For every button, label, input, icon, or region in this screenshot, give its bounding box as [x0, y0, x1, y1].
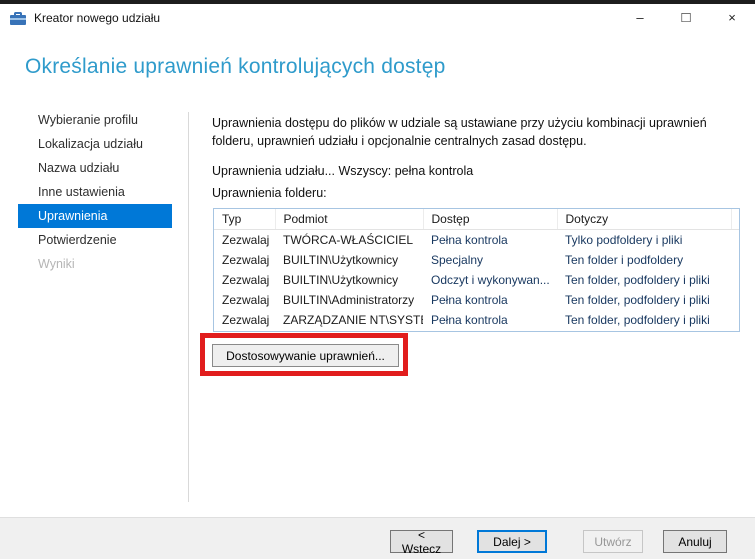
cell-principal: ZARZĄDZANIE NT\SYSTEM [283, 313, 423, 327]
share-permissions-summary: Uprawnienia udziału... Wszyscy: pełna ko… [212, 164, 474, 178]
sidebar-item-permissions[interactable]: Uprawnienia [18, 204, 172, 228]
permissions-description: Uprawnienia dostępu do plików w udziale … [212, 116, 707, 148]
cell-access: Pełna kontrola [431, 233, 508, 247]
sidebar-item-results: Wyniki [38, 257, 75, 271]
sidebar-item-share-location[interactable]: Lokalizacja udziału [18, 132, 172, 156]
close-icon[interactable]: × [709, 4, 755, 31]
cell-applies-to: Ten folder, podfoldery i pliki [565, 273, 710, 287]
create-button: Utwórz [583, 530, 643, 553]
table-header-row: Typ Podmiot Dostęp Dotyczy [214, 209, 739, 230]
folder-permissions-label: Uprawnienia folderu: [212, 186, 327, 200]
cell-access: Specjalny [431, 253, 484, 267]
cell-access: Pełna kontrola [431, 293, 508, 307]
title-bar[interactable]: Kreator nowego udziału – □ × [0, 4, 755, 31]
table-row[interactable]: Zezwalaj BUILTIN\Użytkownicy Specjalny T… [214, 250, 739, 270]
cancel-button[interactable]: Anuluj [663, 530, 727, 553]
column-header-type[interactable]: Typ [214, 209, 276, 230]
column-header-applies-to[interactable]: Dotyczy [557, 209, 732, 230]
cell-access: Pełna kontrola [431, 313, 508, 327]
cell-type: Zezwalaj [222, 293, 270, 307]
column-header-filler [731, 209, 739, 230]
server-manager-toolbox-icon [10, 11, 26, 25]
cell-applies-to: Ten folder, podfoldery i pliki [565, 293, 710, 307]
table-row[interactable]: Zezwalaj TWÓRCA-WŁAŚCICIEL Pełna kontrol… [214, 230, 739, 251]
customize-permissions-button[interactable]: Dostosowywanie uprawnień... [212, 344, 399, 367]
page-title: Określanie uprawnień kontrolujących dost… [25, 55, 446, 78]
cell-applies-to: Ten folder, podfoldery i pliki [565, 313, 710, 327]
back-button[interactable]: < Wstecz [390, 528, 453, 556]
cell-type: Zezwalaj [222, 313, 270, 327]
sidebar-item-share-name[interactable]: Nazwa udziału [18, 156, 172, 180]
cell-type: Zezwalaj [222, 273, 270, 287]
column-header-access[interactable]: Dostęp [423, 209, 558, 230]
cell-principal: TWÓRCA-WŁAŚCICIEL [283, 233, 414, 247]
minimize-icon[interactable]: – [617, 4, 663, 31]
sidebar-divider [188, 112, 189, 502]
column-header-principal[interactable]: Podmiot [275, 209, 424, 230]
cell-type: Zezwalaj [222, 253, 270, 267]
cell-applies-to: Tylko podfoldery i pliki [565, 233, 683, 247]
cell-principal: BUILTIN\Użytkownicy [283, 253, 399, 267]
table-row[interactable]: Zezwalaj BUILTIN\Użytkownicy Odczyt i wy… [214, 270, 739, 290]
sidebar-item-profile[interactable]: Wybieranie profilu [18, 108, 172, 132]
cell-principal: BUILTIN\Użytkownicy [283, 273, 399, 287]
table-row[interactable]: Zezwalaj BUILTIN\Administratorzy Pełna k… [214, 290, 739, 310]
maximize-icon[interactable]: □ [663, 4, 709, 31]
cell-access: Odczyt i wykonywan... [431, 273, 550, 287]
sidebar-item-other-settings[interactable]: Inne ustawienia [18, 180, 172, 204]
new-share-wizard-window: Kreator nowego udziału – □ × Określanie … [0, 0, 755, 559]
cell-principal: BUILTIN\Administratorzy [283, 293, 415, 307]
next-button[interactable]: Dalej > [477, 530, 547, 553]
cell-type: Zezwalaj [222, 233, 270, 247]
table-row[interactable]: Zezwalaj ZARZĄDZANIE NT\SYSTEM Pełna kon… [214, 310, 739, 330]
window-controls: – □ × [617, 4, 755, 31]
sidebar-item-confirmation[interactable]: Potwierdzenie [18, 228, 172, 252]
folder-permissions-table: Typ Podmiot Dostęp Dotyczy Zezwalaj TWÓR… [213, 208, 740, 332]
cell-applies-to: Ten folder i podfoldery [565, 253, 684, 267]
window-title: Kreator nowego udziału [34, 10, 161, 25]
wizard-steps-sidebar: Wybieranie profilu Lokalizacja udziału N… [18, 108, 172, 276]
